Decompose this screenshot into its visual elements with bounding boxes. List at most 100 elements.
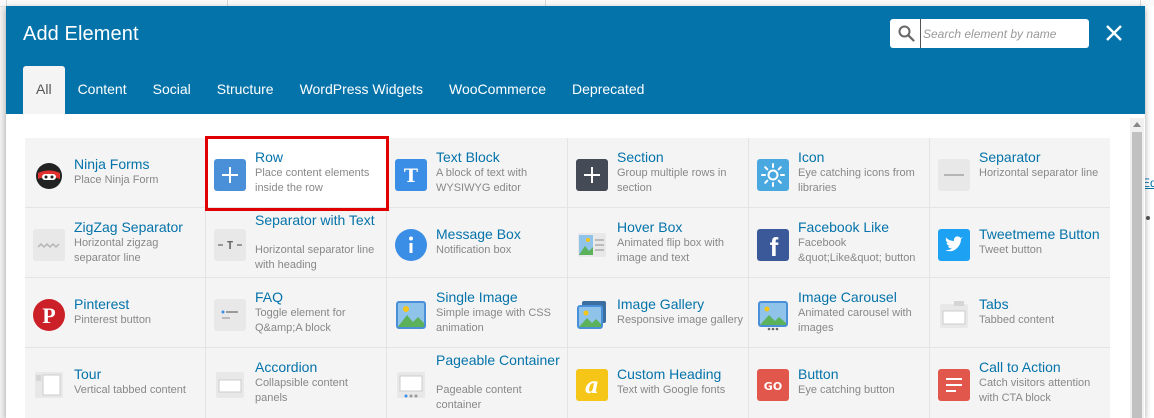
element-name: ZigZag Separator	[74, 219, 183, 235]
element-name: Button	[798, 366, 839, 382]
scrollbar-thumb[interactable]	[1132, 132, 1142, 418]
element-description: Animated carousel with images	[798, 307, 912, 334]
element-name: Text Block	[436, 149, 500, 165]
element-name: Separator	[979, 149, 1041, 165]
element-description: Place Ninja Form	[74, 174, 159, 186]
tab-deprecated[interactable]: Deprecated	[559, 66, 657, 114]
info-icon	[395, 229, 427, 261]
element-name: Image Gallery	[617, 296, 705, 312]
pinterest-icon: P	[33, 299, 65, 331]
element-description: Notification box	[436, 244, 512, 256]
ninja-icon	[33, 159, 65, 191]
tab-content[interactable]: Content	[65, 66, 140, 114]
element-description: Text with Google fonts	[617, 384, 726, 396]
separator-text-icon: T	[214, 229, 246, 261]
accordion-icon	[214, 369, 246, 401]
modal-header: Add Element All Content Social Structure…	[6, 6, 1145, 114]
grid-divider	[25, 347, 1110, 348]
element-name: Accordion	[255, 359, 318, 375]
svg-text:P: P	[42, 303, 55, 328]
element-section[interactable]: Section Group multiple rows in section	[568, 138, 748, 207]
element-description: Responsive image gallery	[617, 314, 743, 326]
tab-structure[interactable]: Structure	[204, 66, 287, 114]
element-facebook-like[interactable]: f Facebook Like Facebook &quot;Like&quot; …	[749, 208, 929, 277]
element-name: Facebook Like	[798, 219, 890, 235]
element-name: Icon	[798, 149, 825, 165]
element-tabs[interactable]: Tabs Tabbed content	[930, 278, 1110, 347]
element-description: Eye catching icons from libraries	[798, 167, 915, 194]
svg-text:T: T	[227, 239, 234, 252]
tour-icon	[33, 369, 65, 401]
search-box[interactable]	[890, 19, 1089, 48]
element-zigzag-separator[interactable]: ZigZag Separator Horizontal zigzag separa…	[25, 208, 205, 277]
tab-social[interactable]: Social	[140, 66, 204, 114]
pageable-icon	[395, 369, 427, 401]
element-description: Tweet button	[979, 244, 1042, 256]
add-element-modal: Add Element All Content Social Structure…	[6, 6, 1145, 418]
element-pageable-container[interactable]: Pageable Container Pageable content conta…	[387, 348, 567, 417]
element-text-block[interactable]: T Text Block A block of text with WYSIWYG …	[387, 138, 567, 207]
cta-icon	[938, 369, 970, 401]
element-description: Toggle element for Q&amp;A block	[255, 307, 346, 334]
modal-title: Add Element	[23, 23, 139, 45]
grid-divider	[25, 277, 1110, 278]
close-icon[interactable]	[1103, 22, 1125, 44]
element-single-image[interactable]: Single Image Simple image with CSS animat…	[387, 278, 567, 347]
element-description: Simple image with CSS animation	[436, 307, 551, 334]
element-tweetmeme-button[interactable]: Tweetmeme Button Tweet button	[930, 208, 1110, 277]
element-description: Facebook &quot;Like&quot; button	[798, 237, 916, 264]
element-name: Pageable Container	[436, 352, 560, 368]
element-accordion[interactable]: Accordion Collapsible content panels	[206, 348, 386, 417]
element-name: Call to Action	[979, 359, 1061, 375]
element-pinterest[interactable]: P Pinterest Pinterest button	[25, 278, 205, 347]
element-description: A block of text with WYSIWYG editor	[436, 167, 528, 194]
element-hover-box[interactable]: Hover Box Animated flip box with image an…	[568, 208, 748, 277]
grid-divider	[567, 138, 568, 418]
element-image-gallery[interactable]: Image Gallery Responsive image gallery	[568, 278, 748, 347]
element-ninja-forms[interactable]: Ninja Forms Place Ninja Form	[25, 138, 205, 207]
gallery-icon	[576, 299, 608, 331]
svg-text:f: f	[770, 232, 779, 261]
element-call-to-action[interactable]: Call to Action Catch visitors attention w…	[930, 348, 1110, 417]
element-separator-with-text[interactable]: T Separator with Text Horizontal separator…	[206, 208, 386, 277]
element-name: Hover Box	[617, 219, 683, 235]
element-description: Pinterest button	[74, 314, 152, 326]
element-name: Pinterest	[74, 296, 130, 312]
image-icon	[395, 299, 427, 331]
facebook-icon: f	[757, 229, 789, 262]
hover-box-icon	[576, 229, 608, 261]
search-input[interactable]	[920, 19, 1084, 48]
element-description: Eye catching button	[798, 384, 895, 396]
element-name: Message Box	[436, 226, 521, 242]
element-description: Collapsible content panels	[255, 377, 348, 404]
separator-icon	[938, 159, 970, 191]
element-name: Section	[617, 149, 664, 165]
text-icon: T	[395, 159, 427, 191]
scrollbar[interactable]	[1130, 118, 1144, 418]
element-name: Tabs	[979, 296, 1009, 312]
element-separator[interactable]: Separator Horizontal separator line	[930, 138, 1110, 207]
tab-wordpress-widgets[interactable]: WordPress Widgets	[287, 66, 436, 114]
tab-woocommerce[interactable]: WooCommerce	[436, 66, 559, 114]
element-button[interactable]: GO Button Eye catching button	[749, 348, 929, 417]
category-tabs: All Content Social Structure WordPress W…	[23, 66, 657, 114]
element-faq[interactable]: FAQ Toggle element for Q&amp;A block	[206, 278, 386, 347]
element-tour[interactable]: Tour Vertical tabbed content	[25, 348, 205, 417]
element-name: Custom Heading	[617, 366, 722, 382]
element-message-box[interactable]: Message Box Notification box	[387, 208, 567, 277]
grid-divider	[25, 207, 1110, 208]
element-grid: Ninja Forms Place Ninja Form Row Place cont…	[25, 138, 1110, 418]
element-icon[interactable]: Icon Eye catching icons from libraries	[749, 138, 929, 207]
plus-icon	[576, 159, 608, 191]
element-name: Single Image	[436, 289, 518, 305]
element-image-carousel[interactable]: Image Carousel Animated carousel with ima…	[749, 278, 929, 347]
background-bullet	[1146, 216, 1150, 220]
search-icon	[898, 25, 915, 42]
tab-all[interactable]: All	[23, 66, 65, 114]
selection-highlight	[205, 136, 389, 211]
element-custom-heading[interactable]: a Custom Heading Text with Google fonts	[568, 348, 748, 417]
scroll-up-arrow-icon[interactable]	[1133, 122, 1141, 127]
element-name: Image Carousel	[798, 289, 897, 305]
element-description: Vertical tabbed content	[74, 384, 186, 396]
element-name: Separator with Text	[255, 212, 375, 228]
